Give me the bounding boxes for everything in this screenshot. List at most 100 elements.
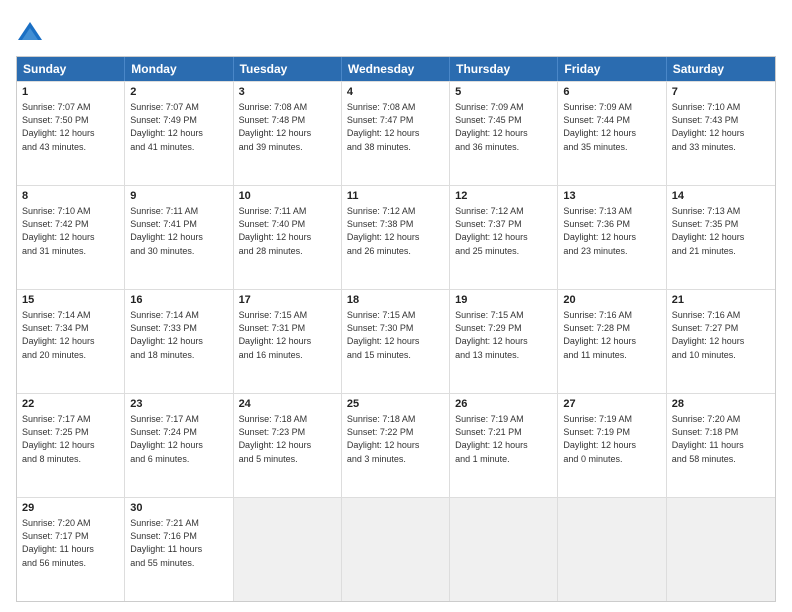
calendar-cell: 10Sunrise: 7:11 AMSunset: 7:40 PMDayligh… <box>234 186 342 289</box>
cell-details: Sunrise: 7:10 AMSunset: 7:42 PMDaylight:… <box>22 205 119 257</box>
calendar-cell: 25Sunrise: 7:18 AMSunset: 7:22 PMDayligh… <box>342 394 450 497</box>
calendar: SundayMondayTuesdayWednesdayThursdayFrid… <box>16 56 776 602</box>
calendar-body: 1Sunrise: 7:07 AMSunset: 7:50 PMDaylight… <box>17 81 775 601</box>
cell-details: Sunrise: 7:17 AMSunset: 7:24 PMDaylight:… <box>130 413 227 465</box>
calendar-cell: 4Sunrise: 7:08 AMSunset: 7:47 PMDaylight… <box>342 82 450 185</box>
header-day-thursday: Thursday <box>450 57 558 81</box>
cell-details: Sunrise: 7:14 AMSunset: 7:34 PMDaylight:… <box>22 309 119 361</box>
header-day-saturday: Saturday <box>667 57 775 81</box>
day-number: 27 <box>563 397 660 412</box>
day-number: 1 <box>22 85 119 100</box>
cell-details: Sunrise: 7:08 AMSunset: 7:47 PMDaylight:… <box>347 101 444 153</box>
day-number: 20 <box>563 293 660 308</box>
calendar-cell: 14Sunrise: 7:13 AMSunset: 7:35 PMDayligh… <box>667 186 775 289</box>
day-number: 24 <box>239 397 336 412</box>
day-number: 14 <box>672 189 770 204</box>
calendar-cell: 24Sunrise: 7:18 AMSunset: 7:23 PMDayligh… <box>234 394 342 497</box>
calendar-cell: 13Sunrise: 7:13 AMSunset: 7:36 PMDayligh… <box>558 186 666 289</box>
day-number: 25 <box>347 397 444 412</box>
calendar-cell: 5Sunrise: 7:09 AMSunset: 7:45 PMDaylight… <box>450 82 558 185</box>
day-number: 3 <box>239 85 336 100</box>
calendar-cell: 30Sunrise: 7:21 AMSunset: 7:16 PMDayligh… <box>125 498 233 601</box>
calendar-cell: 6Sunrise: 7:09 AMSunset: 7:44 PMDaylight… <box>558 82 666 185</box>
cell-details: Sunrise: 7:18 AMSunset: 7:23 PMDaylight:… <box>239 413 336 465</box>
cell-details: Sunrise: 7:13 AMSunset: 7:35 PMDaylight:… <box>672 205 770 257</box>
cell-details: Sunrise: 7:12 AMSunset: 7:38 PMDaylight:… <box>347 205 444 257</box>
day-number: 8 <box>22 189 119 204</box>
calendar-cell <box>667 498 775 601</box>
day-number: 16 <box>130 293 227 308</box>
calendar-cell: 29Sunrise: 7:20 AMSunset: 7:17 PMDayligh… <box>17 498 125 601</box>
header-day-sunday: Sunday <box>17 57 125 81</box>
day-number: 10 <box>239 189 336 204</box>
cell-details: Sunrise: 7:18 AMSunset: 7:22 PMDaylight:… <box>347 413 444 465</box>
header-day-friday: Friday <box>558 57 666 81</box>
day-number: 17 <box>239 293 336 308</box>
cell-details: Sunrise: 7:16 AMSunset: 7:28 PMDaylight:… <box>563 309 660 361</box>
cell-details: Sunrise: 7:17 AMSunset: 7:25 PMDaylight:… <box>22 413 119 465</box>
day-number: 7 <box>672 85 770 100</box>
cell-details: Sunrise: 7:07 AMSunset: 7:50 PMDaylight:… <box>22 101 119 153</box>
calendar-cell: 7Sunrise: 7:10 AMSunset: 7:43 PMDaylight… <box>667 82 775 185</box>
header-day-wednesday: Wednesday <box>342 57 450 81</box>
day-number: 19 <box>455 293 552 308</box>
cell-details: Sunrise: 7:21 AMSunset: 7:16 PMDaylight:… <box>130 517 227 569</box>
calendar-cell: 11Sunrise: 7:12 AMSunset: 7:38 PMDayligh… <box>342 186 450 289</box>
calendar-cell: 22Sunrise: 7:17 AMSunset: 7:25 PMDayligh… <box>17 394 125 497</box>
calendar-cell <box>450 498 558 601</box>
calendar-cell: 21Sunrise: 7:16 AMSunset: 7:27 PMDayligh… <box>667 290 775 393</box>
calendar-cell: 9Sunrise: 7:11 AMSunset: 7:41 PMDaylight… <box>125 186 233 289</box>
calendar-cell: 1Sunrise: 7:07 AMSunset: 7:50 PMDaylight… <box>17 82 125 185</box>
day-number: 23 <box>130 397 227 412</box>
day-number: 12 <box>455 189 552 204</box>
calendar-cell: 26Sunrise: 7:19 AMSunset: 7:21 PMDayligh… <box>450 394 558 497</box>
cell-details: Sunrise: 7:20 AMSunset: 7:18 PMDaylight:… <box>672 413 770 465</box>
cell-details: Sunrise: 7:12 AMSunset: 7:37 PMDaylight:… <box>455 205 552 257</box>
cell-details: Sunrise: 7:19 AMSunset: 7:19 PMDaylight:… <box>563 413 660 465</box>
day-number: 5 <box>455 85 552 100</box>
cell-details: Sunrise: 7:15 AMSunset: 7:30 PMDaylight:… <box>347 309 444 361</box>
calendar-cell: 15Sunrise: 7:14 AMSunset: 7:34 PMDayligh… <box>17 290 125 393</box>
cell-details: Sunrise: 7:09 AMSunset: 7:45 PMDaylight:… <box>455 101 552 153</box>
page: SundayMondayTuesdayWednesdayThursdayFrid… <box>0 0 792 612</box>
day-number: 15 <box>22 293 119 308</box>
calendar-cell: 8Sunrise: 7:10 AMSunset: 7:42 PMDaylight… <box>17 186 125 289</box>
cell-details: Sunrise: 7:14 AMSunset: 7:33 PMDaylight:… <box>130 309 227 361</box>
calendar-cell <box>558 498 666 601</box>
day-number: 9 <box>130 189 227 204</box>
day-number: 21 <box>672 293 770 308</box>
cell-details: Sunrise: 7:20 AMSunset: 7:17 PMDaylight:… <box>22 517 119 569</box>
calendar-cell: 23Sunrise: 7:17 AMSunset: 7:24 PMDayligh… <box>125 394 233 497</box>
cell-details: Sunrise: 7:08 AMSunset: 7:48 PMDaylight:… <box>239 101 336 153</box>
calendar-cell: 2Sunrise: 7:07 AMSunset: 7:49 PMDaylight… <box>125 82 233 185</box>
calendar-cell: 27Sunrise: 7:19 AMSunset: 7:19 PMDayligh… <box>558 394 666 497</box>
day-number: 18 <box>347 293 444 308</box>
day-number: 22 <box>22 397 119 412</box>
cell-details: Sunrise: 7:19 AMSunset: 7:21 PMDaylight:… <box>455 413 552 465</box>
logo-icon <box>16 20 44 48</box>
calendar-cell: 18Sunrise: 7:15 AMSunset: 7:30 PMDayligh… <box>342 290 450 393</box>
cell-details: Sunrise: 7:07 AMSunset: 7:49 PMDaylight:… <box>130 101 227 153</box>
day-number: 4 <box>347 85 444 100</box>
calendar-row-2: 8Sunrise: 7:10 AMSunset: 7:42 PMDaylight… <box>17 185 775 289</box>
header-day-monday: Monday <box>125 57 233 81</box>
calendar-cell: 12Sunrise: 7:12 AMSunset: 7:37 PMDayligh… <box>450 186 558 289</box>
calendar-row-1: 1Sunrise: 7:07 AMSunset: 7:50 PMDaylight… <box>17 81 775 185</box>
calendar-cell: 16Sunrise: 7:14 AMSunset: 7:33 PMDayligh… <box>125 290 233 393</box>
calendar-row-4: 22Sunrise: 7:17 AMSunset: 7:25 PMDayligh… <box>17 393 775 497</box>
calendar-cell: 19Sunrise: 7:15 AMSunset: 7:29 PMDayligh… <box>450 290 558 393</box>
calendar-row-3: 15Sunrise: 7:14 AMSunset: 7:34 PMDayligh… <box>17 289 775 393</box>
cell-details: Sunrise: 7:11 AMSunset: 7:41 PMDaylight:… <box>130 205 227 257</box>
cell-details: Sunrise: 7:11 AMSunset: 7:40 PMDaylight:… <box>239 205 336 257</box>
cell-details: Sunrise: 7:10 AMSunset: 7:43 PMDaylight:… <box>672 101 770 153</box>
day-number: 26 <box>455 397 552 412</box>
calendar-cell: 17Sunrise: 7:15 AMSunset: 7:31 PMDayligh… <box>234 290 342 393</box>
cell-details: Sunrise: 7:15 AMSunset: 7:31 PMDaylight:… <box>239 309 336 361</box>
header-day-tuesday: Tuesday <box>234 57 342 81</box>
cell-details: Sunrise: 7:15 AMSunset: 7:29 PMDaylight:… <box>455 309 552 361</box>
logo <box>16 20 48 48</box>
day-number: 28 <box>672 397 770 412</box>
header <box>16 16 776 48</box>
cell-details: Sunrise: 7:16 AMSunset: 7:27 PMDaylight:… <box>672 309 770 361</box>
calendar-header: SundayMondayTuesdayWednesdayThursdayFrid… <box>17 57 775 81</box>
